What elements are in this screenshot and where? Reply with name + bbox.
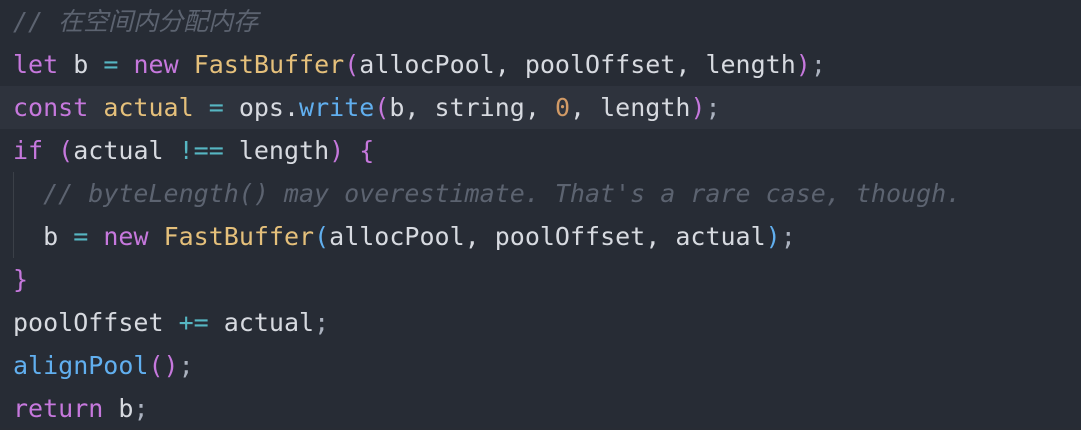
code-line-1[interactable]: // 在空间内分配内存 [0,0,1081,43]
brace-token: { [359,136,375,165]
semicolon-token: ; [314,308,330,337]
paren-token: ( [58,136,74,165]
arguments-token: allocPool, poolOffset, actual [329,222,766,251]
operator-token: += [178,308,209,337]
code-line-2[interactable]: let b = new FastBuffer(allocPool, poolOf… [0,43,1081,86]
semicolon-token: ; [705,93,721,122]
arguments-token: allocPool, poolOffset, length [359,50,796,79]
comment-token: // byteLength() may overestimate. That's… [43,179,962,208]
keyword-token: if [13,136,44,165]
identifier-token: b [73,50,89,79]
keyword-token: return [13,394,104,423]
operator-token: = [73,222,89,251]
semicolon-token: ; [810,50,826,79]
paren-token: ( [314,222,330,251]
paren-token: ( [344,50,360,79]
paren-token: ( [374,93,390,122]
operator-token: = [208,93,224,122]
paren-token: () [148,351,179,380]
number-token: 0 [554,93,571,122]
method-token: write [299,93,375,122]
paren-token: ) [329,136,345,165]
operator-token: !== [178,136,224,165]
keyword-token: const [13,93,89,122]
arguments-token: b, string, [389,93,555,122]
code-line-7[interactable]: } [0,258,1081,301]
code-editor[interactable]: // 在空间内分配内存 let b = new FastBuffer(alloc… [0,0,1081,428]
identifier-token: b [43,222,59,251]
code-line-3[interactable]: const actual = ops.write(b, string, 0, l… [0,86,1081,129]
identifier-token: actual [73,136,164,165]
identifier-token: b [118,394,134,423]
comment-token: // 在空间内分配内存 [13,7,259,36]
arguments-token: , length [570,93,691,122]
identifier-token: poolOffset [13,308,164,337]
code-line-5[interactable]: // byteLength() may overestimate. That's… [0,172,1081,215]
code-line-4[interactable]: if (actual !== length) { [0,129,1081,172]
semicolon-token: ; [780,222,796,251]
code-line-9[interactable]: alignPool(); [0,344,1081,387]
code-line-6[interactable]: b = new FastBuffer(allocPool, poolOffset… [0,215,1081,258]
semicolon-token: ; [133,394,149,423]
function-token: alignPool [13,351,149,380]
identifier-token: actual [223,308,315,337]
class-name-token: FastBuffer [193,50,345,79]
class-name-token: FastBuffer [163,222,315,251]
indent-guide [13,215,14,258]
identifier-token: length [238,136,330,165]
keyword-token: new [133,50,179,79]
object-token: ops. [238,93,300,122]
keyword-token: let [13,50,59,79]
paren-token: ) [765,222,781,251]
paren-token: ) [690,93,706,122]
code-line-8[interactable]: poolOffset += actual; [0,301,1081,344]
operator-token: = [103,50,119,79]
paren-token: ) [795,50,811,79]
semicolon-token: ; [178,351,194,380]
indent-guide [13,172,14,215]
keyword-token: new [103,222,149,251]
identifier-token: actual [103,93,194,122]
code-line-10[interactable]: return b; [0,387,1081,430]
brace-token: } [13,265,29,294]
